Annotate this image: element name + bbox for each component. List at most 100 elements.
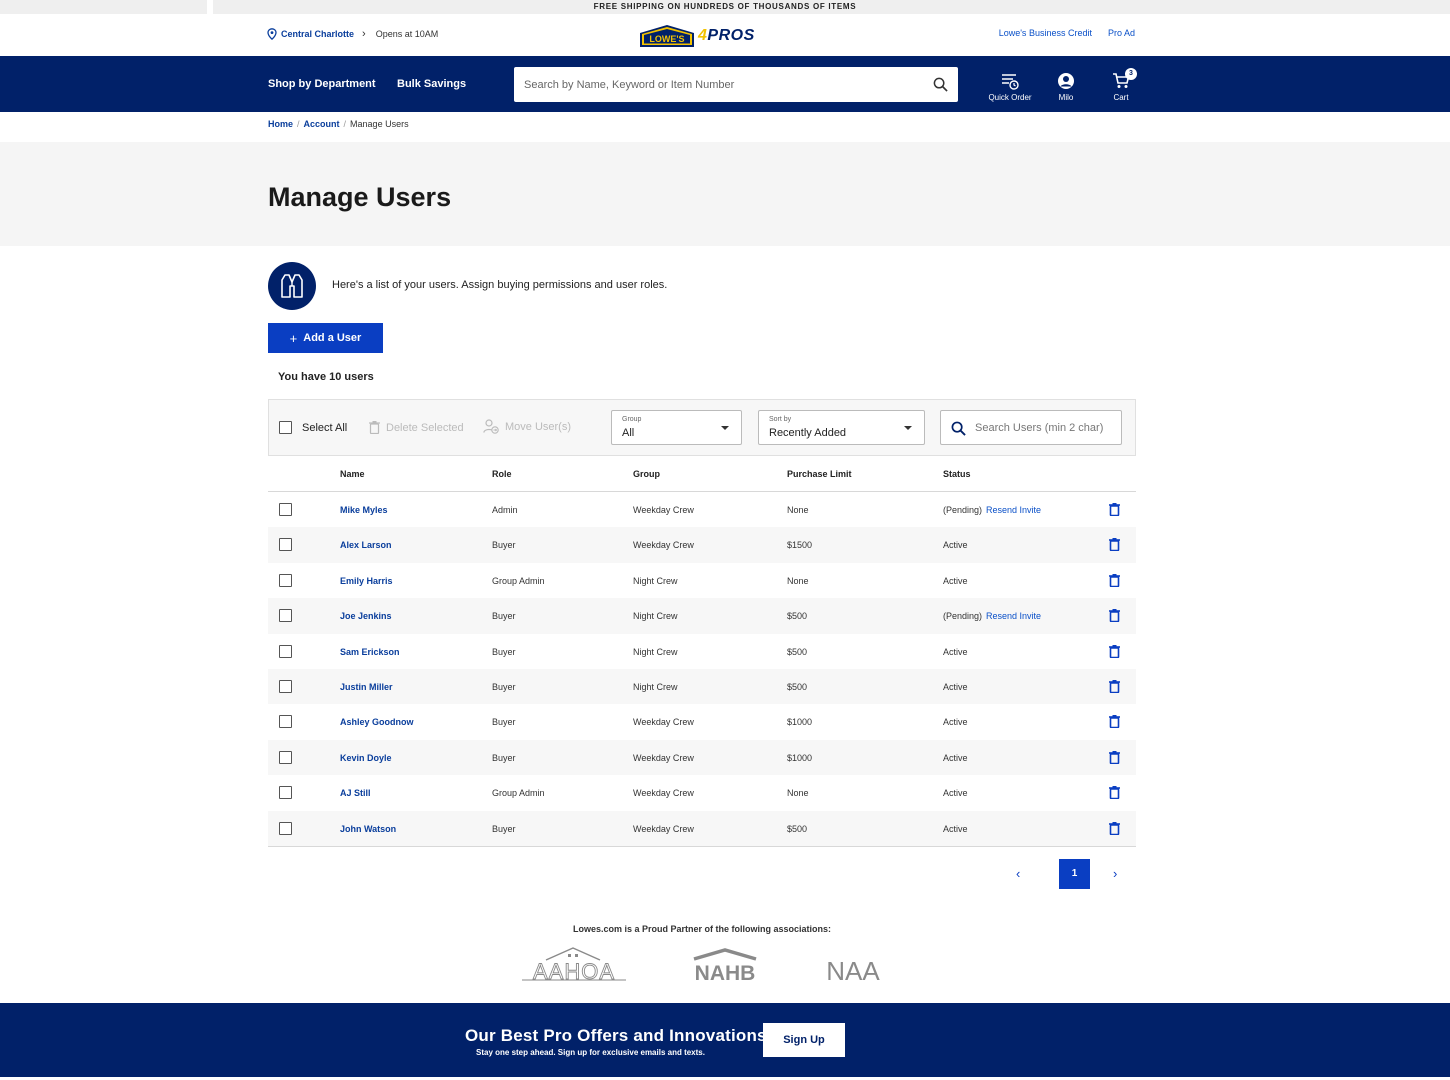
user-name-link[interactable]: Emily Harris — [340, 576, 393, 586]
delete-selected-button[interactable]: Delete Selected — [369, 421, 464, 434]
breadcrumb-account[interactable]: Account — [304, 119, 340, 129]
cart-button[interactable]: 3 Cart — [1096, 68, 1146, 102]
user-search-input[interactable] — [975, 411, 1115, 444]
site-search-input[interactable] — [524, 67, 924, 102]
quick-order-label: Quick Order — [988, 93, 1032, 102]
row-checkbox[interactable] — [279, 538, 292, 552]
column-header-status[interactable]: Status — [943, 469, 971, 479]
column-header-group[interactable]: Group — [633, 469, 660, 479]
status-text: Active — [943, 823, 968, 834]
user-role: Admin — [492, 505, 518, 515]
svg-text:NAHB: NAHB — [695, 962, 756, 985]
pagination-next-icon[interactable]: › — [1113, 866, 1117, 881]
sort-dropdown[interactable]: Sort by Recently Added — [758, 410, 925, 445]
store-name[interactable]: Central Charlotte — [281, 29, 354, 39]
user-search — [940, 410, 1122, 445]
status-text: Active — [943, 752, 968, 763]
breadcrumb-home[interactable]: Home — [268, 119, 293, 129]
user-group: Night Crew — [633, 646, 678, 657]
business-credit-link[interactable]: Lowe's Business Credit — [999, 28, 1092, 38]
search-icon[interactable] — [933, 77, 948, 92]
breadcrumb-current: Manage Users — [350, 119, 409, 129]
lowes-4pros-logo[interactable]: LOWE'S 4PROS — [638, 22, 755, 50]
nahb-logo[interactable]: NAHB — [690, 946, 760, 986]
add-user-button[interactable]: + Add a User — [268, 323, 383, 353]
cart-count-badge: 3 — [1125, 68, 1137, 80]
row-checkbox[interactable] — [279, 573, 292, 587]
user-status: Active — [943, 576, 968, 586]
delete-user-trash-icon[interactable] — [1109, 715, 1120, 729]
sign-up-button[interactable]: Sign Up — [763, 1023, 845, 1057]
delete-user-trash-icon[interactable] — [1109, 609, 1120, 623]
table-row: Kevin Doyle Buyer Weekday Crew $1000 Act… — [268, 739, 1136, 776]
pro-ad-link[interactable]: Pro Ad — [1108, 28, 1135, 38]
naa-logo[interactable]: NAA — [816, 946, 890, 986]
user-status: Active — [943, 682, 968, 692]
row-checkbox[interactable] — [279, 679, 292, 693]
user-name-link[interactable]: Justin Miller — [340, 682, 393, 692]
delete-user-trash-icon[interactable] — [1109, 679, 1120, 693]
intro-text: Here's a list of your users. Assign buyi… — [332, 279, 668, 291]
shop-by-department-menu[interactable]: Shop by Department — [268, 78, 376, 90]
column-header-role[interactable]: Role — [492, 469, 512, 479]
delete-user-trash-icon[interactable] — [1109, 573, 1120, 587]
select-all-checkbox[interactable] — [279, 421, 292, 434]
user-name-link[interactable]: Mike Myles — [340, 505, 388, 515]
quick-order-icon — [1002, 74, 1019, 90]
user-status: (Pending) Resend Invite — [943, 611, 1041, 621]
user-role: Buyer — [492, 540, 516, 551]
resend-invite-link[interactable]: Resend Invite — [986, 611, 1041, 621]
resend-invite-link[interactable]: Resend Invite — [986, 505, 1041, 515]
user-purchase-limit: $1500 — [787, 540, 813, 551]
user-name-link[interactable]: Sam Erickson — [340, 647, 400, 657]
site-search — [514, 67, 958, 102]
user-purchase-limit: None — [787, 788, 809, 799]
user-name-link[interactable]: Kevin Doyle — [340, 753, 392, 763]
pagination-current-page[interactable]: 1 — [1059, 859, 1090, 889]
pagination-prev-icon[interactable]: ‹ — [1016, 866, 1020, 881]
row-checkbox[interactable] — [279, 644, 292, 658]
column-header-name[interactable]: Name — [340, 469, 365, 479]
user-group: Night Crew — [633, 575, 678, 586]
table-row: John Watson Buyer Weekday Crew $500 Acti… — [268, 810, 1136, 846]
table-row: Sam Erickson Buyer Night Crew $500 Activ… — [268, 634, 1136, 669]
delete-user-trash-icon[interactable] — [1109, 750, 1120, 764]
delete-user-trash-icon[interactable] — [1109, 503, 1120, 516]
table-row: Mike Myles Admin Weekday Crew None (Pend… — [268, 492, 1136, 527]
page-header: Manage Users — [0, 142, 1450, 246]
aahoa-logo[interactable]: AAHOA — [520, 946, 628, 986]
user-toolbar: Select All Delete Selected Move User(s) … — [268, 399, 1136, 456]
row-checkbox[interactable] — [279, 750, 292, 764]
svg-text:LOWE'S: LOWE'S — [649, 34, 684, 44]
row-checkbox[interactable] — [279, 821, 292, 835]
quick-order-button[interactable]: Quick Order — [985, 72, 1035, 102]
user-name-link[interactable]: John Watson — [340, 824, 396, 834]
newsletter-title: Our Best Pro Offers and Innovations — [465, 1026, 767, 1045]
row-checkbox[interactable] — [279, 786, 292, 800]
utility-links: Lowe's Business Credit Pro Ad — [999, 28, 1135, 38]
delete-user-trash-icon[interactable] — [1109, 538, 1120, 552]
row-checkbox[interactable] — [279, 609, 292, 623]
pros-wordmark: 4PROS — [698, 27, 755, 45]
column-header-purchase-limit[interactable]: Purchase Limit — [787, 469, 852, 479]
user-name-link[interactable]: Ashley Goodnow — [340, 717, 414, 727]
delete-user-trash-icon[interactable] — [1109, 786, 1120, 800]
store-hours: Opens at 10AM — [375, 29, 439, 39]
user-name-link[interactable]: Alex Larson — [340, 540, 392, 550]
store-selector[interactable]: Central Charlotte › Opens at 10AM — [267, 28, 438, 40]
row-checkbox[interactable] — [279, 715, 292, 729]
move-users-button[interactable]: Move User(s) — [483, 419, 571, 434]
status-text: (Pending) — [943, 611, 983, 622]
location-pin-icon — [267, 28, 277, 40]
select-all-control[interactable]: Select All — [279, 421, 347, 434]
group-filter-dropdown[interactable]: Group All — [611, 410, 742, 445]
row-checkbox[interactable] — [279, 503, 292, 516]
delete-user-trash-icon[interactable] — [1109, 821, 1120, 835]
user-group: Night Crew — [633, 681, 678, 692]
user-name-link[interactable]: Joe Jenkins — [340, 611, 392, 621]
delete-user-trash-icon[interactable] — [1109, 644, 1120, 658]
bulk-savings-link[interactable]: Bulk Savings — [397, 78, 466, 90]
account-button[interactable]: Milo — [1041, 72, 1091, 102]
user-purchase-limit: None — [787, 575, 809, 586]
user-name-link[interactable]: AJ Still — [340, 788, 371, 798]
